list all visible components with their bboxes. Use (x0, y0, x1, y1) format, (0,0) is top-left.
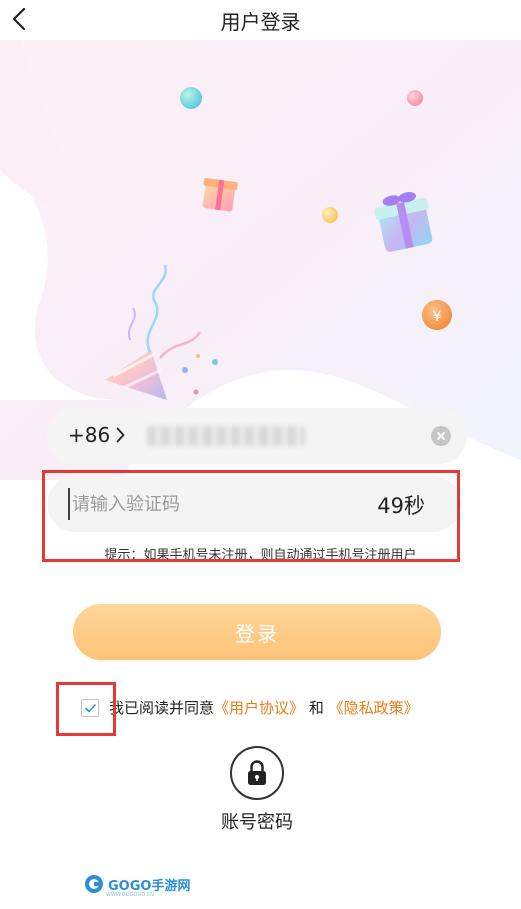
clear-button[interactable] (431, 426, 451, 446)
password-login-button[interactable]: 账号密码 (219, 746, 295, 834)
svg-text:¥: ¥ (433, 309, 442, 325)
top-bar: 用户登录 (0, 0, 521, 40)
chevron-right-icon (116, 427, 125, 443)
watermark-text: GOGO手游网 (108, 878, 191, 894)
highlight-box-checkbox (56, 682, 116, 736)
close-icon (437, 432, 445, 440)
password-login-label: 账号密码 (221, 812, 293, 833)
gogo-logo-icon (85, 875, 103, 893)
watermark-sub: WWW.GOGOGO.CN (106, 892, 154, 898)
country-code-selector[interactable]: +86 (68, 423, 125, 447)
lock-icon (248, 760, 266, 785)
highlight-box-code (42, 470, 460, 562)
country-code: +86 (68, 423, 111, 447)
agreement-prefix: 我已阅读并同意 (109, 699, 215, 717)
user-agreement-link[interactable]: 《用户协议》 (214, 699, 304, 717)
privacy-policy-link[interactable]: 《隐私政策》 (329, 699, 419, 717)
agreement-and: 和 (308, 699, 324, 717)
watermark: GOGO手游网 WWW.GOGOGO.CN (84, 874, 191, 898)
phone-number-field[interactable] (147, 426, 305, 446)
page-title: 用户登录 (220, 10, 301, 34)
agreement-text: 我已阅读并同意《用户协议》 和 《隐私政策》 (109, 697, 419, 718)
lock-icon-circle (230, 746, 284, 800)
phone-input-row: +86 (47, 408, 467, 464)
login-button[interactable]: 登录 (73, 604, 441, 660)
